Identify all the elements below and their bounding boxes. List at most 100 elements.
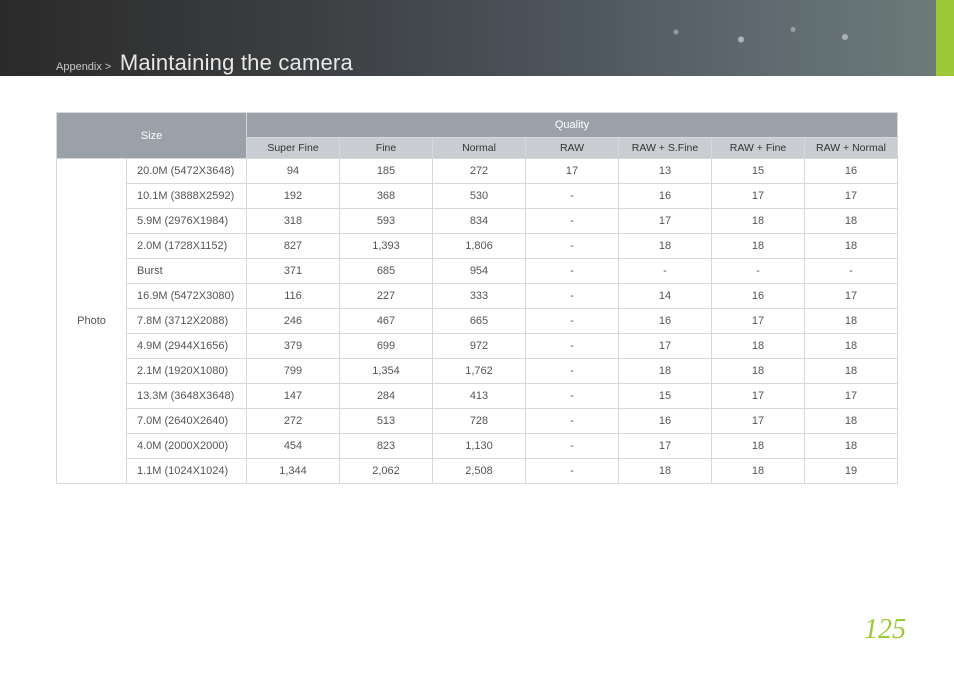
table-row: 7.0M (2640X2640) 272 513 728 - 16 17 18 xyxy=(57,409,898,434)
value-cell: 823 xyxy=(340,434,433,459)
value-cell: 227 xyxy=(340,284,433,309)
value-cell: 17 xyxy=(619,209,712,234)
value-cell: 799 xyxy=(247,359,340,384)
value-cell: 14 xyxy=(619,284,712,309)
value-cell: 1,806 xyxy=(433,234,526,259)
value-cell: 1,354 xyxy=(340,359,433,384)
value-cell: 827 xyxy=(247,234,340,259)
value-cell: 18 xyxy=(619,459,712,484)
th-fine: Fine xyxy=(340,138,433,159)
value-cell: 17 xyxy=(712,184,805,209)
value-cell: 246 xyxy=(247,309,340,334)
th-normal: Normal xyxy=(433,138,526,159)
th-raw: RAW xyxy=(526,138,619,159)
value-cell: 18 xyxy=(619,359,712,384)
value-cell: 1,130 xyxy=(433,434,526,459)
value-cell: 17 xyxy=(805,384,898,409)
value-cell: 368 xyxy=(340,184,433,209)
group-label: Photo xyxy=(57,159,127,484)
value-cell: 16 xyxy=(805,159,898,184)
value-cell: - xyxy=(526,309,619,334)
table-row: 2.0M (1728X1152) 827 1,393 1,806 - 18 18… xyxy=(57,234,898,259)
breadcrumb-section: Appendix > xyxy=(56,61,111,73)
value-cell: 728 xyxy=(433,409,526,434)
size-cell: 5.9M (2976X1984) xyxy=(127,209,247,234)
value-cell: 972 xyxy=(433,334,526,359)
accent-bar xyxy=(936,0,954,76)
value-cell: 94 xyxy=(247,159,340,184)
value-cell: 17 xyxy=(619,334,712,359)
breadcrumb: Appendix > Maintaining the camera xyxy=(56,50,353,76)
value-cell: 147 xyxy=(247,384,340,409)
value-cell: 530 xyxy=(433,184,526,209)
value-cell: - xyxy=(619,259,712,284)
value-cell: 413 xyxy=(433,384,526,409)
value-cell: 17 xyxy=(712,409,805,434)
value-cell: 18 xyxy=(712,334,805,359)
value-cell: - xyxy=(526,409,619,434)
table-row: 5.9M (2976X1984) 318 593 834 - 17 18 18 xyxy=(57,209,898,234)
value-cell: 18 xyxy=(712,459,805,484)
th-raw-sfine: RAW + S.Fine xyxy=(619,138,712,159)
capacity-table: Size Quality Super Fine Fine Normal RAW … xyxy=(56,112,898,484)
page-number: 125 xyxy=(864,614,906,646)
value-cell: 16 xyxy=(619,184,712,209)
th-size: Size xyxy=(57,113,247,159)
value-cell: - xyxy=(526,259,619,284)
value-cell: 18 xyxy=(805,359,898,384)
value-cell: 593 xyxy=(340,209,433,234)
value-cell: 17 xyxy=(805,284,898,309)
size-cell: 4.0M (2000X2000) xyxy=(127,434,247,459)
size-cell: 2.0M (1728X1152) xyxy=(127,234,247,259)
value-cell: 16 xyxy=(619,309,712,334)
content-area: Size Quality Super Fine Fine Normal RAW … xyxy=(56,112,898,484)
value-cell: 16 xyxy=(712,284,805,309)
value-cell: 17 xyxy=(712,384,805,409)
table-row: 4.0M (2000X2000) 454 823 1,130 - 17 18 1… xyxy=(57,434,898,459)
value-cell: 513 xyxy=(340,409,433,434)
th-raw-fine: RAW + Fine xyxy=(712,138,805,159)
size-cell: 13.3M (3648X3648) xyxy=(127,384,247,409)
value-cell: - xyxy=(805,259,898,284)
value-cell: 13 xyxy=(619,159,712,184)
table-row: 13.3M (3648X3648) 147 284 413 - 15 17 17 xyxy=(57,384,898,409)
value-cell: 699 xyxy=(340,334,433,359)
value-cell: 18 xyxy=(805,434,898,459)
value-cell: 18 xyxy=(805,309,898,334)
value-cell: 15 xyxy=(619,384,712,409)
value-cell: - xyxy=(526,334,619,359)
size-cell: 1.1M (1024X1024) xyxy=(127,459,247,484)
value-cell: - xyxy=(526,234,619,259)
value-cell: - xyxy=(526,434,619,459)
value-cell: 16 xyxy=(619,409,712,434)
table-row: 7.8M (3712X2088) 246 467 665 - 16 17 18 xyxy=(57,309,898,334)
table-row: 2.1M (1920X1080) 799 1,354 1,762 - 18 18… xyxy=(57,359,898,384)
value-cell: 18 xyxy=(712,209,805,234)
th-raw-normal: RAW + Normal xyxy=(805,138,898,159)
value-cell: 665 xyxy=(433,309,526,334)
value-cell: - xyxy=(526,359,619,384)
value-cell: 371 xyxy=(247,259,340,284)
header-banner: Appendix > Maintaining the camera xyxy=(0,0,954,76)
value-cell: 18 xyxy=(712,434,805,459)
value-cell: 454 xyxy=(247,434,340,459)
size-cell: 7.8M (3712X2088) xyxy=(127,309,247,334)
value-cell: 17 xyxy=(712,309,805,334)
value-cell: 467 xyxy=(340,309,433,334)
table-row: 10.1M (3888X2592) 192 368 530 - 16 17 17 xyxy=(57,184,898,209)
value-cell: 284 xyxy=(340,384,433,409)
value-cell: 17 xyxy=(805,184,898,209)
page: Appendix > Maintaining the camera Size Q… xyxy=(0,0,954,676)
th-super-fine: Super Fine xyxy=(247,138,340,159)
table-row: Burst 371 685 954 - - - - xyxy=(57,259,898,284)
value-cell: 2,508 xyxy=(433,459,526,484)
value-cell: - xyxy=(526,384,619,409)
value-cell: 2,062 xyxy=(340,459,433,484)
value-cell: 15 xyxy=(712,159,805,184)
value-cell: 18 xyxy=(712,359,805,384)
value-cell: 185 xyxy=(340,159,433,184)
value-cell: 17 xyxy=(526,159,619,184)
value-cell: 192 xyxy=(247,184,340,209)
page-title: Maintaining the camera xyxy=(120,50,353,75)
table-row: 4.9M (2944X1656) 379 699 972 - 17 18 18 xyxy=(57,334,898,359)
